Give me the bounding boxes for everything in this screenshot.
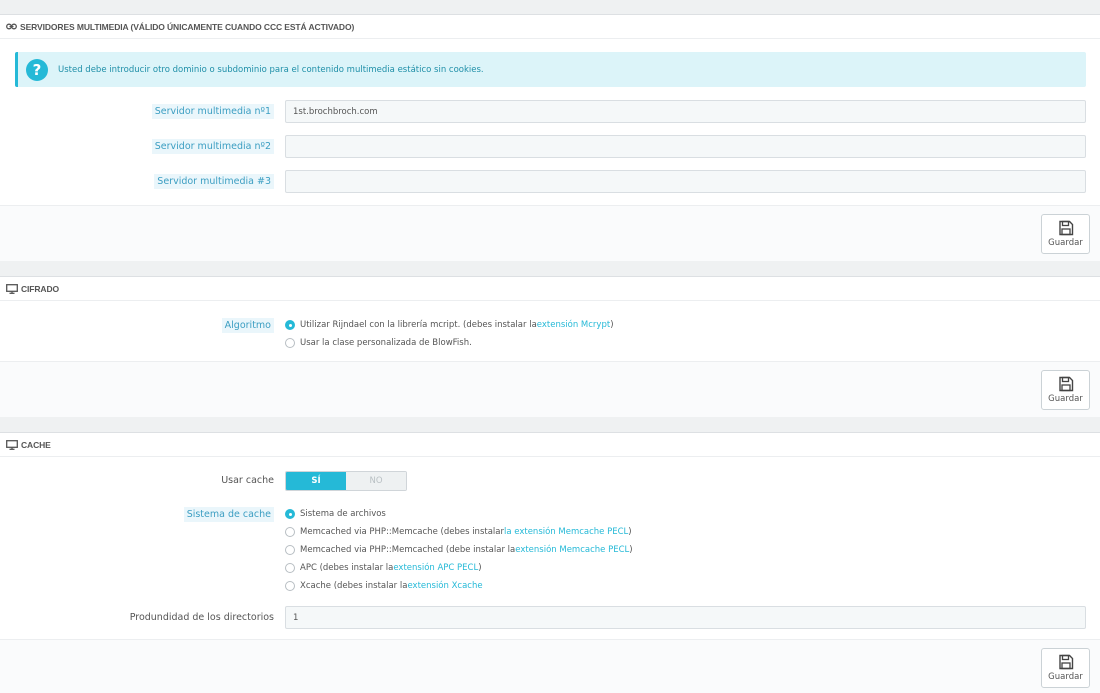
xcache-link[interactable]: extensión Xcache <box>407 581 482 591</box>
media-server-2-input[interactable] <box>285 135 1086 158</box>
radio[interactable] <box>285 338 295 348</box>
radio[interactable] <box>285 581 295 591</box>
media-server-1-label: Servidor multimedia nº1 <box>151 104 274 119</box>
algorithm-label: Algoritmo <box>221 318 274 333</box>
media-server-1-input[interactable]: 1st.brochbroch.com <box>285 100 1086 123</box>
floppy-disk-icon <box>1058 376 1073 392</box>
cache-save-button[interactable]: Guardar <box>1041 648 1090 688</box>
option-text: APC (debes instalar la <box>300 563 394 573</box>
use-cache-label: Usar cache <box>221 475 274 486</box>
cache-option-memcache[interactable]: Memcached via PHP::Memcache (debes insta… <box>285 527 632 537</box>
cipher-footer: Guardar <box>0 361 1100 417</box>
depth-label: Produndidad de los directorios <box>129 612 274 623</box>
option-text: Usar la clase personalizada de BlowFish. <box>300 338 472 348</box>
mcrypt-link[interactable]: extensión Mcrypt <box>537 320 610 330</box>
option-after: ) <box>478 563 482 573</box>
apc-link[interactable]: extensión APC PECL <box>393 563 478 573</box>
cache-system-label: Sistema de cache <box>183 507 274 522</box>
floppy-disk-icon <box>1058 220 1073 236</box>
toggle-no[interactable]: NO <box>346 472 406 490</box>
floppy-disk-icon <box>1058 654 1073 670</box>
use-cache-toggle[interactable]: SÍ NO <box>285 471 407 491</box>
cipher-option-rijndael[interactable]: Utilizar Rijndael con la librería mcript… <box>285 320 614 330</box>
media-server-3-label: Servidor multimedia #3 <box>154 174 274 189</box>
radio-selected[interactable] <box>285 320 295 330</box>
cache-option-xcache[interactable]: Xcache (debes instalar la extensión Xcac… <box>285 581 483 591</box>
info-alert: ? Usted debe introducir otro dominio o s… <box>15 52 1086 87</box>
media-server-3-input[interactable] <box>285 170 1086 193</box>
radio[interactable] <box>285 527 295 537</box>
save-label: Guardar <box>1048 238 1083 248</box>
save-label: Guardar <box>1048 672 1083 682</box>
media-servers-panel: SERVIDORES MULTIMEDIA (VÁLIDO ÚNICAMENTE… <box>0 14 1100 261</box>
panel-title: CIFRADO <box>21 283 60 294</box>
option-after: ) <box>610 320 614 330</box>
cache-option-filesystem[interactable]: Sistema de archivos <box>285 509 386 519</box>
toggle-yes[interactable]: SÍ <box>286 472 346 490</box>
panel-title: CACHE <box>21 439 51 450</box>
memcached-link[interactable]: extensión Memcache PECL <box>515 545 629 555</box>
option-text: Memcached via PHP::Memcache (debes insta… <box>300 527 504 537</box>
cipher-option-blowfish[interactable]: Usar la clase personalizada de BlowFish. <box>285 338 472 348</box>
option-text: Memcached via PHP::Memcached (debe insta… <box>300 545 516 555</box>
media-server-2-label: Servidor multimedia nº2 <box>151 139 274 154</box>
panel-title: SERVIDORES MULTIMEDIA (VÁLIDO ÚNICAMENTE… <box>20 21 355 32</box>
media-servers-save-button[interactable]: Guardar <box>1041 214 1090 254</box>
question-icon: ? <box>26 58 48 81</box>
alert-text: Usted debe introducir otro dominio o sub… <box>58 64 484 75</box>
depth-input[interactable]: 1 <box>285 606 1086 629</box>
media-servers-footer: Guardar <box>0 205 1100 261</box>
cipher-heading: CIFRADO <box>0 277 1100 301</box>
option-text: Xcache (debes instalar la <box>300 581 408 591</box>
cipher-save-button[interactable]: Guardar <box>1041 370 1090 410</box>
option-after: ) <box>628 527 632 537</box>
cache-option-memcached[interactable]: Memcached via PHP::Memcached (debe insta… <box>285 545 633 555</box>
monitor-icon <box>6 283 18 294</box>
cache-panel: CACHE Usar cache SÍ NO Sistema de cache … <box>0 432 1100 693</box>
memcache-link[interactable]: la extensión Memcache PECL <box>504 527 628 537</box>
cache-option-apc[interactable]: APC (debes instalar la extensión APC PEC… <box>285 563 482 573</box>
save-label: Guardar <box>1048 394 1083 404</box>
media-servers-heading: SERVIDORES MULTIMEDIA (VÁLIDO ÚNICAMENTE… <box>0 15 1100 39</box>
radio[interactable] <box>285 563 295 573</box>
monitor-icon <box>6 439 18 450</box>
cache-heading: CACHE <box>0 433 1100 457</box>
option-text: Utilizar Rijndael con la librería mcript… <box>300 320 537 330</box>
link-icon <box>6 22 17 31</box>
radio-selected[interactable] <box>285 509 295 519</box>
option-text: Sistema de archivos <box>300 509 386 519</box>
option-after: ) <box>629 545 633 555</box>
cipher-panel: CIFRADO Algoritmo Utilizar Rijndael con … <box>0 276 1100 417</box>
radio[interactable] <box>285 545 295 555</box>
cache-footer: Guardar <box>0 639 1100 693</box>
